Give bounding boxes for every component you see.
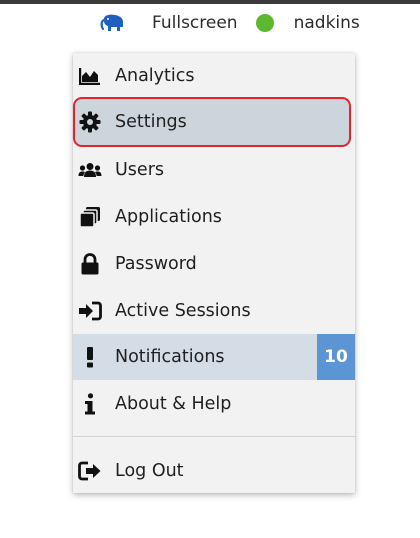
menu-item-analytics[interactable]: Analytics xyxy=(73,53,355,99)
sign-in-icon xyxy=(77,299,103,323)
users-icon xyxy=(77,158,103,182)
exclamation-icon xyxy=(77,345,103,369)
menu-item-applications[interactable]: Applications xyxy=(73,194,355,240)
menu-item-label: Active Sessions xyxy=(115,301,251,321)
username-link[interactable]: nadkins xyxy=(294,13,360,33)
menu-item-label: Applications xyxy=(115,207,222,227)
menu-item-active-sessions[interactable]: Active Sessions xyxy=(73,288,355,334)
menu-item-label: Users xyxy=(115,160,165,180)
menu-item-label: Password xyxy=(115,254,197,274)
analytics-icon xyxy=(77,64,103,88)
menu-item-log-out[interactable]: Log Out xyxy=(73,448,355,494)
top-bar: Fullscreen nadkins xyxy=(100,8,360,38)
menu-item-settings[interactable]: Settings xyxy=(73,97,351,147)
gear-icon xyxy=(77,110,103,134)
fullscreen-link[interactable]: Fullscreen xyxy=(152,13,238,33)
menu-item-label: Log Out xyxy=(115,461,184,481)
menu-item-label: Notifications xyxy=(115,347,225,367)
applications-icon xyxy=(77,205,103,229)
window-top-border xyxy=(0,0,420,4)
menu-item-password[interactable]: Password xyxy=(73,241,355,287)
menu-item-notifications[interactable]: Notifications 10 xyxy=(73,334,355,380)
user-dropdown-menu: Analytics Settings Users Applications Pa… xyxy=(73,53,355,493)
menu-item-label: Settings xyxy=(115,112,187,132)
notification-count-badge: 10 xyxy=(317,334,355,380)
menu-item-about-help[interactable]: About & Help xyxy=(73,381,355,427)
lock-icon xyxy=(77,252,103,276)
sign-out-icon xyxy=(77,459,103,483)
menu-item-label: About & Help xyxy=(115,394,232,414)
elephant-icon[interactable] xyxy=(100,12,126,34)
status-indicator xyxy=(255,14,274,32)
menu-item-users[interactable]: Users xyxy=(73,147,355,193)
menu-divider xyxy=(73,436,355,437)
info-icon xyxy=(77,392,103,416)
menu-item-label: Analytics xyxy=(115,66,195,86)
